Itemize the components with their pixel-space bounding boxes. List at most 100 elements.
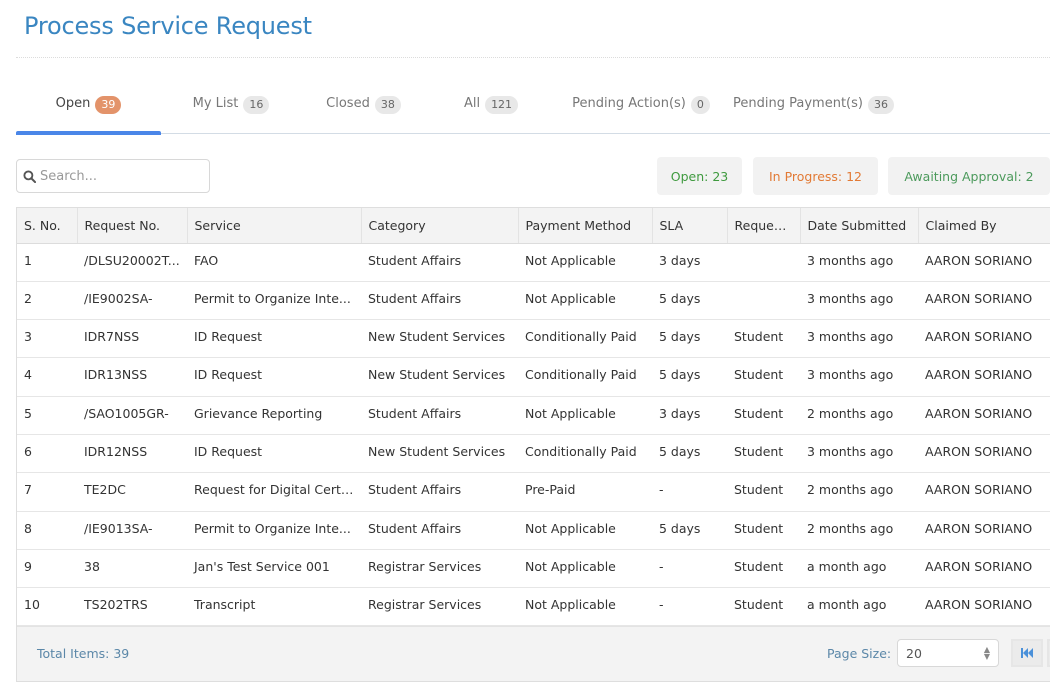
cell-date-submitted: 3 months ago (800, 281, 918, 321)
cell-claimed-by: AARON SORIANO (918, 319, 1050, 359)
status-chip-open[interactable]: Open: 23 (657, 157, 742, 195)
cell-claimed-by: AARON SORIANO (918, 396, 1050, 435)
cell-s-no: 9 (17, 549, 77, 589)
cell-request-no: /IE9002SA- (77, 281, 187, 321)
table-row[interactable]: 9 38 Jan's Test Service 001 Registrar Servi… (17, 549, 1050, 589)
tab-count-badge: 39 (95, 96, 122, 114)
column-header-category[interactable]: Category (361, 208, 519, 244)
cell-requestor (727, 281, 800, 321)
cell-category: Student Affairs (361, 396, 518, 435)
cell-sla: 3 days (652, 243, 727, 282)
table-row[interactable]: 3 IDR7NSS ID Request New Student Services Co… (17, 319, 1050, 359)
cell-category: Student Affairs (361, 472, 518, 512)
tab-pending-payments[interactable]: Pending Payment(s) 36 (726, 92, 901, 134)
cell-payment-method: Not Applicable (518, 396, 652, 435)
select-arrows-icon: ▲ ▼ (983, 645, 990, 662)
cell-requestor: Student (727, 319, 800, 359)
cell-requestor: Student (727, 357, 800, 397)
cell-sla: - (652, 472, 727, 512)
cell-sla: 5 days (652, 434, 727, 474)
tab-pending-actions[interactable]: Pending Action(s) 0 (556, 92, 726, 134)
page-size-select[interactable]: 20 ▲ ▼ (897, 639, 999, 668)
column-header-date-submitted[interactable]: Date Submitted (800, 208, 919, 244)
cell-requestor (727, 243, 800, 282)
cell-claimed-by: AARON SORIANO (918, 434, 1050, 474)
cell-date-submitted: a month ago (800, 549, 918, 589)
cell-sla: - (652, 549, 727, 589)
cell-claimed-by: AARON SORIANO (918, 549, 1050, 589)
pager: Total Items: 39 Page Size: 20 ▲ ▼ (17, 626, 1050, 682)
tab-label: Pending Action(s) (572, 96, 686, 111)
tab-my-list[interactable]: My List 16 (161, 92, 301, 134)
cell-payment-method: Not Applicable (518, 281, 652, 321)
cell-sla: 5 days (652, 319, 727, 359)
cell-claimed-by: AARON SORIANO (918, 281, 1050, 321)
page-size-value: 20 (906, 645, 922, 661)
cell-sla: 3 days (652, 396, 727, 435)
cell-payment-method: Not Applicable (518, 511, 652, 550)
cell-date-submitted: a month ago (800, 587, 918, 627)
tab-all[interactable]: All 121 (426, 92, 556, 134)
cell-service: Transcript (187, 587, 361, 627)
cell-sla: 5 days (652, 511, 727, 550)
column-header-service[interactable]: Service (187, 208, 362, 244)
cell-s-no: 4 (17, 357, 77, 397)
cell-payment-method: Not Applicable (518, 549, 652, 589)
cell-category: New Student Services (361, 319, 518, 359)
status-chip-in-progress[interactable]: In Progress: 12 (753, 157, 878, 195)
cell-request-no: /IE9013SA- (77, 511, 187, 550)
column-header-payment-method[interactable]: Payment Method (518, 208, 653, 244)
cell-service: ID Request (187, 434, 361, 474)
status-chip-awaiting-approval[interactable]: Awaiting Approval: 2 (888, 157, 1050, 195)
column-header-s-no[interactable]: S. No. (17, 208, 78, 244)
first-page-button[interactable] (1011, 639, 1043, 668)
cell-payment-method: Not Applicable (518, 243, 652, 282)
cell-s-no: 3 (17, 319, 77, 359)
table-row[interactable]: 5/SAO1005GR- Grievance Reporting Student A… (17, 396, 1050, 435)
cell-requestor: Student (727, 472, 800, 512)
cell-s-no: 6 (17, 434, 77, 474)
cell-requestor: Student (727, 396, 800, 435)
search-box[interactable] (16, 159, 210, 193)
cell-category: Student Affairs (361, 511, 518, 550)
cell-request-no: IDR13NSS (77, 357, 187, 397)
table-row[interactable]: 10 TS202TRS Transcript Registrar Services No… (17, 587, 1050, 627)
search-input[interactable] (40, 168, 200, 184)
column-header-claimed-by[interactable]: Claimed By (918, 208, 1050, 244)
cell-claimed-by: AARON SORIANO (918, 357, 1050, 397)
cell-service: Permit to Organize Inte... (187, 511, 361, 550)
cell-requestor: Student (727, 587, 800, 627)
cell-service: Jan's Test Service 001 (187, 549, 361, 589)
column-header-requestor[interactable]: Request... (727, 208, 801, 244)
table-row[interactable]: 2/IE9002SA- Permit to Organize Inte... Stu… (17, 281, 1050, 321)
cell-claimed-by: AARON SORIANO (918, 587, 1050, 627)
cell-request-no: IDR12NSS (77, 434, 187, 474)
tab-label: All (463, 96, 481, 111)
table-row[interactable]: 8/IE9013SA- Permit to Organize Inte... Stu… (17, 511, 1050, 550)
cell-service: FAO (187, 243, 361, 282)
cell-s-no: 2 (17, 281, 77, 321)
cell-request-no: TE2DC (77, 472, 187, 512)
cell-date-submitted: 3 months ago (800, 357, 918, 397)
cell-date-submitted: 3 months ago (800, 243, 918, 282)
cell-date-submitted: 2 months ago (800, 396, 918, 435)
cell-requestor: Student (727, 511, 800, 550)
table-row[interactable]: 4 IDR13NSS ID Request New Student Services C… (17, 357, 1050, 397)
tab-closed[interactable]: Closed 38 (301, 92, 426, 134)
tab-count-badge: 16 (243, 96, 270, 114)
tab-label: Open (55, 96, 91, 111)
column-header-sla[interactable]: SLA (652, 208, 728, 244)
table-row[interactable]: 1/DLSU20002T... FAO Student Affairs Not App… (17, 243, 1050, 282)
table-row[interactable]: 7 TE2DC Request for Digital Certi... Studen… (17, 472, 1050, 512)
cell-payment-method: Not Applicable (518, 587, 652, 627)
tab-count-badge: 121 (485, 96, 519, 114)
tab-label: My List (192, 96, 239, 111)
tab-open[interactable]: Open 39 (16, 92, 161, 135)
tab-count-badge: 36 (867, 96, 894, 114)
column-header-request-no[interactable]: Request No. (77, 208, 188, 244)
table-row[interactable]: 6 IDR12NSS ID Request New Student Services C… (17, 434, 1050, 474)
cell-claimed-by: AARON SORIANO (918, 243, 1050, 282)
cell-request-no: IDR7NSS (77, 319, 187, 359)
search-icon (23, 169, 36, 183)
cell-category: Student Affairs (361, 281, 518, 321)
